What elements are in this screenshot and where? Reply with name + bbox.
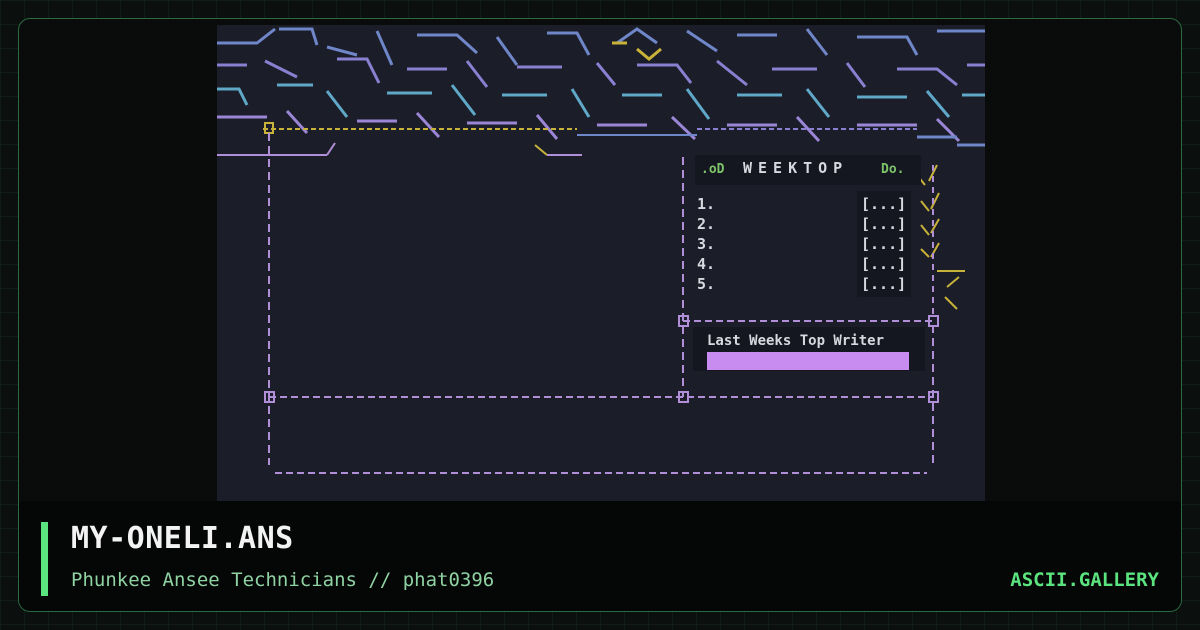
footer: MY-ONELI.ANS Phunkee Ansee Technicians /… [19,501,1181,611]
card-frame: .oD WEEKTOP Do. 1. [...] 2. [...] 3. [..… [18,18,1182,612]
weektop-header: WEEKTOP [743,159,848,177]
logo-underline [217,122,917,156]
list-item-number: 4. [697,255,715,273]
list-item-value: [...] [861,275,906,293]
weektop-list: 1. [...] 2. [...] 3. [...] 4. [...] 5. [… [697,195,906,293]
brand-link[interactable]: ASCII.GALLERY [1010,569,1159,591]
svg-text:.oD: .oD [701,162,725,177]
list-item-number: 5. [697,275,715,293]
ansi-logo-strokes [217,27,985,147]
side-decoration [916,164,965,317]
ansi-artwork-canvas: .oD WEEKTOP Do. 1. [...] 2. [...] 3. [..… [217,27,985,474]
list-item-number: 2. [697,215,715,233]
top-writer-label: Last Weeks Top Writer [707,333,884,349]
artwork-subtitle: Phunkee Ansee Technicians // phat0396 [71,569,495,591]
list-item-value: [...] [861,195,906,213]
accent-bar [41,522,48,596]
list-item-value: [...] [861,255,906,273]
list-item-number: 3. [697,235,715,253]
top-writer-highlight [707,352,909,370]
weektop-panel: .oD WEEKTOP Do. 1. [...] 2. [...] 3. [..… [693,155,925,371]
ansi-artwork: .oD WEEKTOP Do. 1. [...] 2. [...] 3. [..… [217,25,985,501]
list-item-value: [...] [861,235,906,253]
artwork-title: MY-ONELI.ANS [71,521,294,556]
list-item-value: [...] [861,215,906,233]
list-item-number: 1. [697,195,715,213]
svg-text:Do.: Do. [881,162,904,177]
